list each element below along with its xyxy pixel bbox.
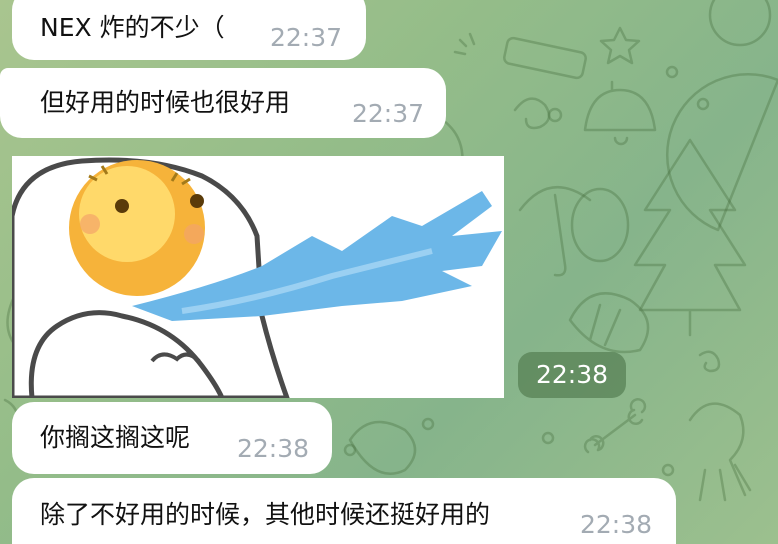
sparkle-doodle [453, 32, 476, 56]
message-bubble[interactable]: 除了不好用的时候，其他时候还挺好用的 22:38 [12, 478, 676, 544]
message-text: NEX 炸的不少（ [40, 13, 225, 42]
ball-doodle [708, 0, 772, 47]
shell-doodle [568, 292, 650, 354]
photo-message[interactable] [12, 156, 504, 398]
tree-doodle [633, 138, 747, 337]
message-bubble[interactable]: 但好用的时候也很好用 22:37 [0, 68, 446, 138]
egg-doodle [570, 187, 630, 263]
message-bubble[interactable]: NEX 炸的不少（ 22:37 [12, 0, 366, 60]
message-text: 除了不好用的时候，其他时候还挺好用的 [40, 500, 491, 529]
message-time: 22:37 [270, 23, 343, 52]
message-bubble[interactable]: 你搁这搁这呢 22:38 [12, 402, 332, 474]
message-time: 22:38 [580, 510, 653, 539]
swirl-doodle [513, 97, 551, 130]
message-time: 22:38 [237, 434, 310, 463]
photo-message-time: 22:38 [518, 352, 626, 398]
squid-doodle [688, 402, 752, 502]
bone-doodle [583, 398, 647, 454]
cookie-doodle [348, 420, 417, 475]
star-doodle [599, 26, 641, 65]
chat-window: NEX 炸的不少（ 22:37 但好用的时候也很好用 22:37 22:38 你… [0, 0, 778, 544]
emoji-face-blowing-blue-stream-image [12, 156, 504, 398]
message-text: 你搁这搁这呢 [40, 423, 191, 452]
message-text: 但好用的时候也很好用 [40, 88, 291, 117]
message-time: 22:37 [352, 99, 425, 128]
cracker-doodle [503, 36, 587, 80]
bell-doodle [583, 80, 657, 146]
pie-doodle [665, 72, 778, 232]
